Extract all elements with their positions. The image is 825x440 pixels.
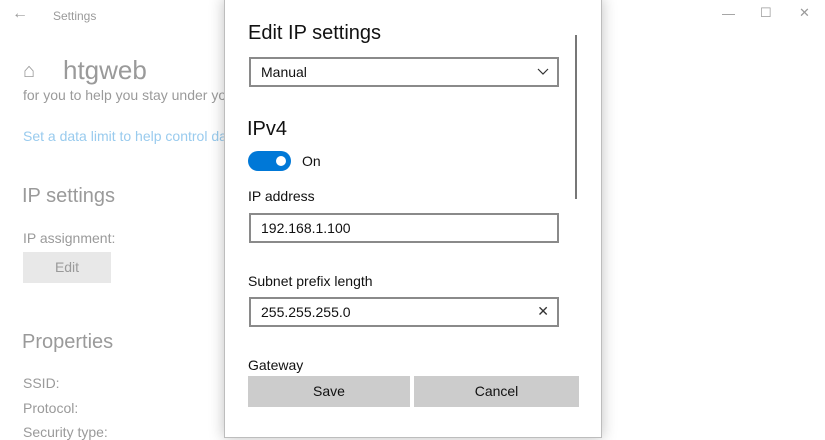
gateway-label: Gateway <box>248 357 303 373</box>
protocol-label: Protocol: <box>23 400 78 416</box>
maximize-button[interactable]: ☐ <box>760 5 772 21</box>
edit-button[interactable]: Edit <box>23 252 111 283</box>
ip-settings-heading: IP settings <box>22 185 115 208</box>
properties-heading: Properties <box>22 331 113 354</box>
save-button[interactable]: Save <box>248 376 410 407</box>
edit-ip-settings-dialog: Edit IP settings Manual IPv4 On IP addre… <box>224 0 602 438</box>
ip-assignment-label: IP assignment: <box>23 230 115 246</box>
ip-address-value: 192.168.1.100 <box>261 220 351 236</box>
data-limit-link[interactable]: Set a data limit to help control da <box>23 128 227 144</box>
clear-icon[interactable]: ✕ <box>537 303 549 320</box>
subnet-label: Subnet prefix length <box>248 273 373 289</box>
chevron-down-icon <box>537 68 549 76</box>
back-arrow-icon[interactable]: ← <box>12 5 28 23</box>
minimize-button[interactable]: — <box>722 6 735 21</box>
subnet-input[interactable]: 255.255.255.0 ✕ <box>249 297 559 327</box>
description-text: for you to help you stay under yo <box>23 87 226 103</box>
ipv4-heading: IPv4 <box>247 118 287 141</box>
scrollbar[interactable] <box>575 35 577 199</box>
ip-mode-select[interactable]: Manual <box>249 57 559 87</box>
network-name: htgweb <box>63 55 147 86</box>
subnet-value: 255.255.255.0 <box>261 304 351 320</box>
ssid-label: SSID: <box>23 375 60 391</box>
ip-address-label: IP address <box>248 188 315 204</box>
window-title: Settings <box>53 9 96 23</box>
ipv4-toggle-state: On <box>302 153 321 169</box>
ipv4-toggle[interactable] <box>248 151 291 171</box>
cancel-button[interactable]: Cancel <box>414 376 579 407</box>
security-type-label: Security type: <box>23 424 108 440</box>
ip-mode-value: Manual <box>261 64 307 80</box>
home-icon[interactable]: ⌂ <box>23 60 35 83</box>
ip-address-input[interactable]: 192.168.1.100 <box>249 213 559 243</box>
close-button[interactable]: ✕ <box>799 5 810 21</box>
dialog-title: Edit IP settings <box>248 22 381 45</box>
